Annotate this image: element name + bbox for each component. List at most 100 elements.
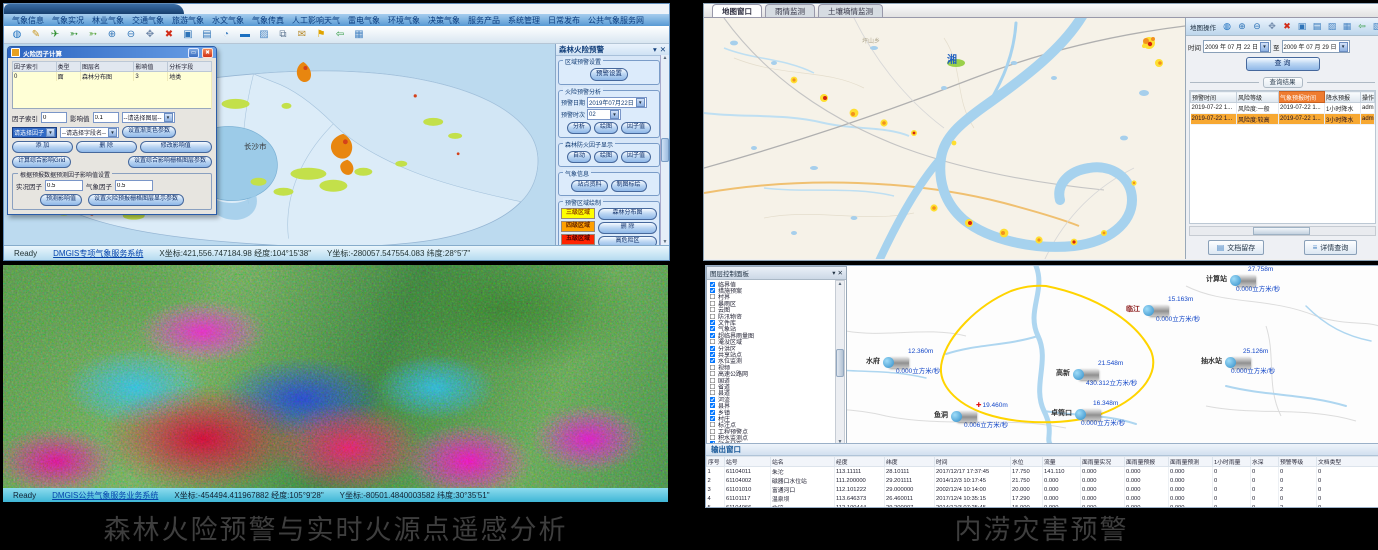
pan-icon[interactable]: ✥ [144, 28, 156, 41]
station-marker[interactable]: 15.163m 临江 0.000立方米/秒 [1126, 296, 1200, 324]
result-row[interactable]: 2019-07-22 1...风险度:一般2019-07-22 1...1小时降… [1191, 103, 1375, 114]
layer-checkbox[interactable] [710, 288, 715, 293]
menu-item[interactable]: 水文气象 [212, 15, 244, 26]
back-icon[interactable]: ⇦ [334, 28, 346, 41]
menu-item[interactable]: 雷电气象 [348, 15, 380, 26]
map-tab[interactable]: 土壤墒情监测 [818, 4, 883, 17]
weather-info-button[interactable]: 站点资料 [571, 180, 607, 192]
window-titlebar[interactable] [4, 4, 184, 14]
search-button[interactable]: 查 询 [1246, 57, 1320, 71]
analysis-button[interactable]: 分析 [567, 122, 591, 134]
delete-icon[interactable]: ✖ [163, 28, 175, 41]
factor-display-button[interactable]: 绘图 [594, 151, 618, 163]
set-layer-params-button[interactable]: 设置综合影响栅格图层参数 [128, 156, 212, 168]
map-tab[interactable]: 地图窗口 [712, 4, 762, 17]
date-to-picker[interactable]: 2009 年 07 月 29 日▼ [1282, 40, 1350, 53]
layer-checkbox[interactable] [710, 409, 715, 414]
pin-icon[interactable]: ⚑ [315, 28, 327, 41]
fax-icon[interactable]: ✉ [296, 28, 308, 41]
system-link[interactable]: DMGIS专项气象服务系统 [53, 248, 143, 259]
output-col-header[interactable]: 经度 [835, 457, 885, 467]
layer-checkbox[interactable] [710, 320, 715, 325]
gradient-params-button[interactable]: 设置渐变色参数 [122, 126, 176, 138]
menu-item[interactable]: 决策气象 [428, 15, 460, 26]
menu-item[interactable]: 旅游气象 [172, 15, 204, 26]
layer-select[interactable]: --请选择图层--▼ [122, 112, 175, 123]
layer-checkbox[interactable] [710, 307, 715, 312]
close-icon[interactable]: ✖ [202, 48, 213, 58]
warn-time-select[interactable]: 02▼ [587, 109, 621, 120]
page-2-icon[interactable]: ▤ [201, 28, 213, 41]
output-col-header[interactable]: 文档类型 [1317, 457, 1378, 467]
layer-checkbox[interactable] [710, 358, 715, 363]
layer-checkbox[interactable] [710, 339, 715, 344]
flood-risk-map[interactable]: 湘 坪山乡 [704, 18, 1185, 259]
collapse-icon[interactable]: ▾ [832, 269, 835, 277]
layer-checkbox[interactable] [710, 416, 715, 421]
impact-input[interactable] [93, 112, 119, 123]
output-col-header[interactable]: 水位 [1011, 457, 1043, 467]
warn-date-select[interactable]: 2019年07月22日▼ [587, 97, 647, 108]
close-icon[interactable]: ✕ [660, 45, 666, 54]
layer-checkbox[interactable] [710, 435, 715, 440]
layer-checkbox[interactable] [710, 422, 715, 427]
map-tab[interactable]: 雨情监测 [765, 4, 815, 17]
full-extent-icon[interactable]: ▣ [182, 28, 194, 41]
layer-checkbox[interactable] [710, 428, 715, 433]
station-data-row[interactable]: 161104011朱沱113.11111 28.101112017/12/17 … [707, 467, 1378, 477]
result-col-header[interactable]: 预警时间 [1191, 92, 1237, 103]
result-row-selected[interactable]: 2019-07-22 1...风险度:较高2019-07-22 1...3小时降… [1191, 114, 1375, 125]
output-col-header[interactable]: 预警等级 [1279, 457, 1317, 467]
layer-checkbox[interactable] [710, 403, 715, 408]
menu-item[interactable]: 人工影响天气 [292, 15, 340, 26]
output-col-header[interactable]: 时间 [935, 457, 1011, 467]
output-col-header[interactable]: 序号 [707, 457, 725, 467]
menu-item[interactable]: 服务产品 [468, 15, 500, 26]
print-icon[interactable]: ⧉ [277, 28, 289, 41]
output-col-header[interactable]: 面雨量实况 [1081, 457, 1125, 467]
add-button[interactable]: 添 加 [12, 141, 73, 153]
lasso-tool-icon[interactable]: ➳ [87, 28, 99, 41]
layer-checkbox[interactable] [710, 377, 715, 382]
measure-icon[interactable]: ✎ [30, 28, 42, 41]
calc-grid-button[interactable]: 计算综合影响Grid [12, 156, 71, 168]
result-col-header[interactable]: 降水预报 [1325, 92, 1361, 103]
zoom-out-icon[interactable]: ⊖ [125, 28, 137, 41]
result-col-header[interactable]: 风险等级 [1237, 92, 1279, 103]
output-col-header[interactable]: 站名 [771, 457, 835, 467]
doc-archive-button[interactable]: ▤文档留存 [1208, 240, 1265, 255]
obs-factor-input[interactable] [45, 180, 83, 191]
menu-item[interactable]: 气象实况 [52, 15, 84, 26]
menu-item[interactable]: 交通气象 [132, 15, 164, 26]
menu-item[interactable]: 日常发布 [548, 15, 580, 26]
analysis-button[interactable]: 绘图 [594, 122, 618, 134]
layer-checkbox[interactable] [710, 365, 715, 370]
region-button[interactable]: 高危险区 [598, 236, 657, 245]
layers-icon[interactable]: ▦ [1341, 20, 1353, 33]
station-marker[interactable]: 25.126m 抽水站 0.000立方米/秒 [1201, 348, 1275, 376]
layer-checkbox[interactable] [710, 352, 715, 357]
region-button[interactable]: 删 除 [598, 222, 657, 234]
panel-vscrollbar[interactable]: ▲▼ [660, 55, 669, 245]
fly-tool-icon[interactable]: ✈ [49, 28, 61, 41]
field-select[interactable]: --请选择字段名--▼ [60, 127, 119, 138]
select-icon[interactable]: ▨ [1326, 20, 1338, 33]
station-data-row[interactable]: 461101117温泉坝113.646373 26.4600112017/12/… [707, 494, 1378, 503]
factor-index-input[interactable] [41, 112, 67, 123]
menu-item[interactable]: 环境气象 [388, 15, 420, 26]
layer-checkbox[interactable] [710, 384, 715, 389]
weather-info-button[interactable]: 制图标绘 [611, 180, 647, 192]
result-col-header[interactable]: 气象预报时间 [1279, 92, 1325, 103]
layer-checkbox[interactable] [710, 345, 715, 350]
globe-icon[interactable]: ◍ [1221, 20, 1233, 33]
layer-checkbox[interactable] [710, 326, 715, 331]
update-impact-button[interactable]: 修改影响值 [140, 141, 212, 153]
menu-item[interactable]: 公共气象服务网 [588, 15, 644, 26]
menu-item[interactable]: 系统管理 [508, 15, 540, 26]
layer-checkbox[interactable] [710, 294, 715, 299]
menu-item[interactable]: 林业气象 [92, 15, 124, 26]
fire-risk-map[interactable]: 长沙市 火险因子计算 ▭ ✖ 因子索引类型图层名影响值分析字段 0面森林分布图3… [4, 44, 555, 245]
close-icon[interactable]: ✕ [838, 269, 843, 277]
predict-button[interactable]: 预测影响值 [40, 194, 82, 206]
station-marker[interactable]: 16.348m 卓筒口 0.000立方米/秒 [1051, 400, 1125, 428]
